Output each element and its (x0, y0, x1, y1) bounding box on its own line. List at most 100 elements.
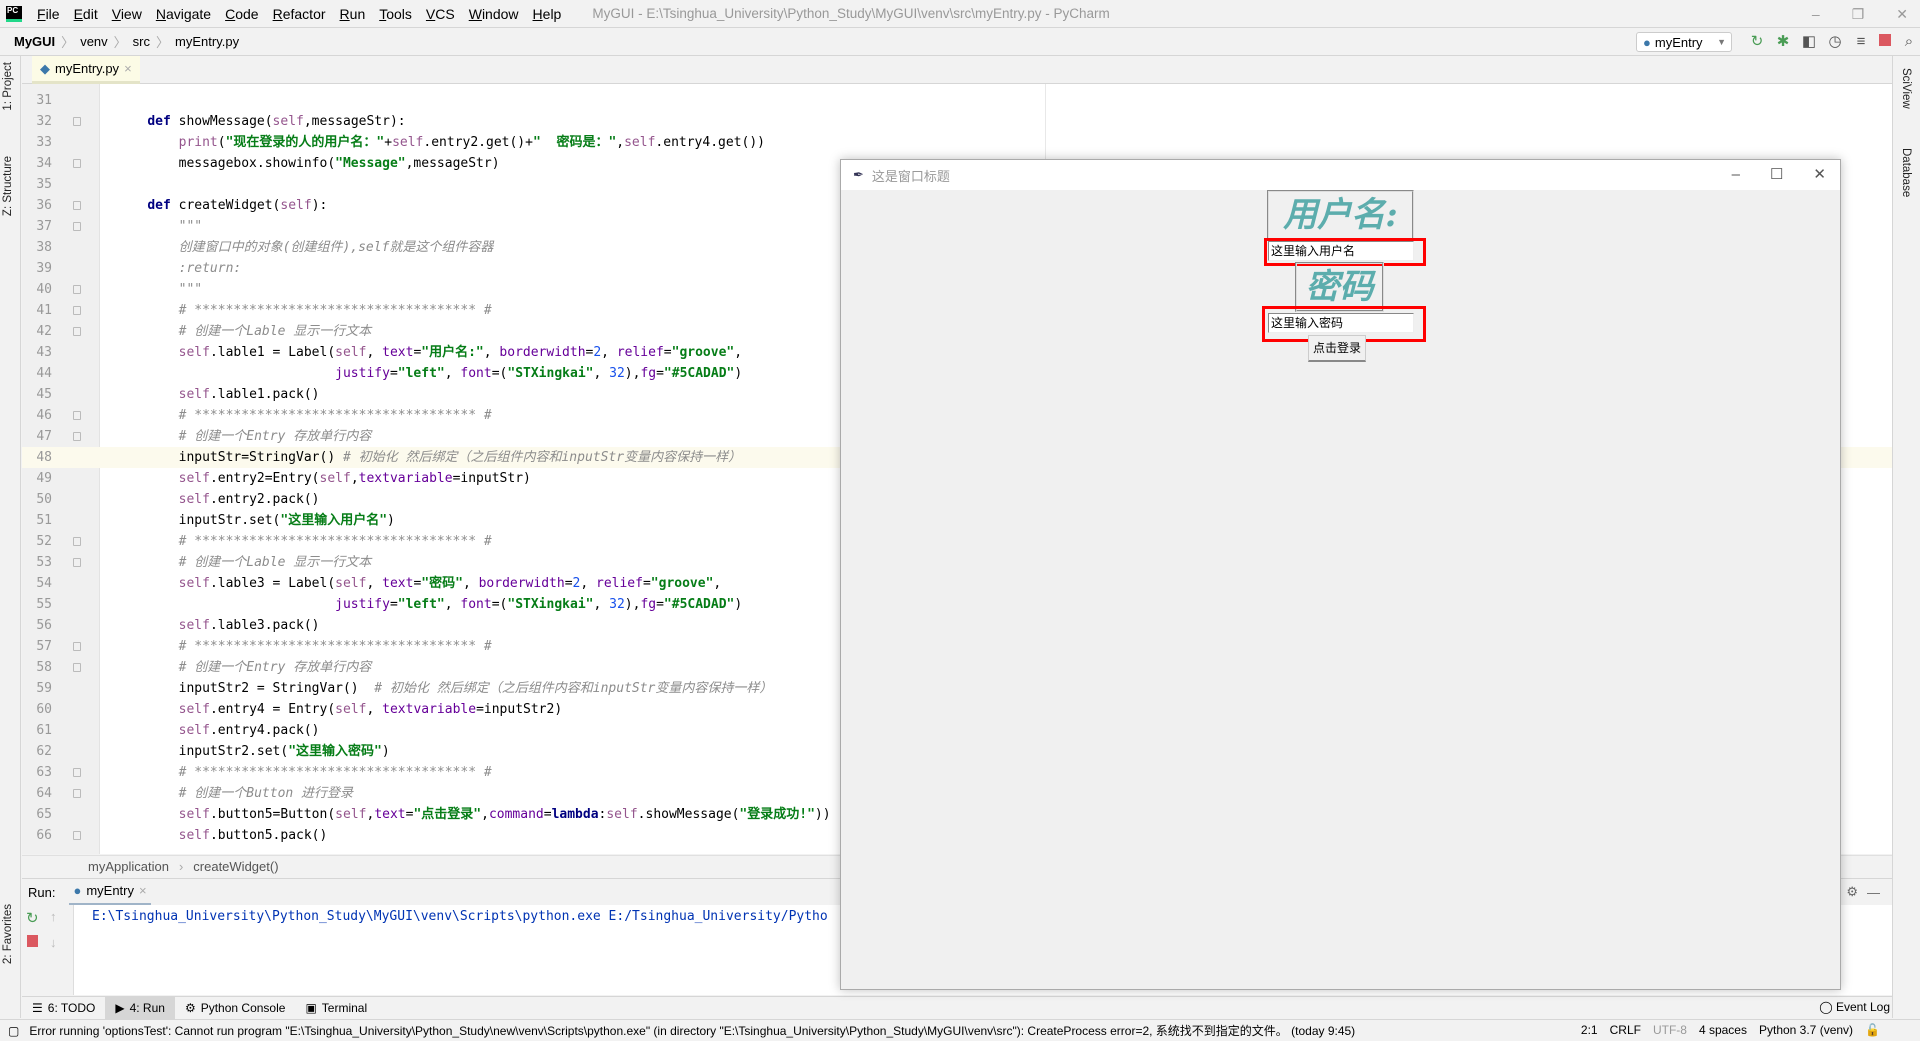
minimize-button[interactable]: – (1812, 0, 1820, 28)
menu-window[interactable]: Window (462, 6, 526, 22)
lock-icon[interactable]: 🔓 (1865, 1023, 1880, 1037)
fold-marker-icon[interactable] (73, 642, 81, 651)
fold-marker-icon[interactable] (73, 789, 81, 798)
status-message[interactable]: Error running 'optionsTest': Cannot run … (29, 1022, 1355, 1039)
tool-window-python-console[interactable]: ⚙ Python Console (175, 997, 296, 1019)
line-number: 46 (36, 408, 52, 423)
fold-marker-icon[interactable] (73, 663, 81, 672)
fold-marker-icon[interactable] (73, 537, 81, 546)
run-config-dropdown[interactable]: ● myEntry ▼ (1636, 32, 1732, 52)
code-text: # 创建一个Entry 存放单行内容 (116, 657, 372, 678)
tool-window-label: 4: Run (129, 1000, 165, 1015)
debug-icon[interactable]: ✱ (1774, 33, 1792, 51)
line-separator[interactable]: CRLF (1610, 1023, 1641, 1037)
status-toggle-icon[interactable]: ▢ (8, 1024, 19, 1038)
interpreter[interactable]: Python 3.7 (venv) (1759, 1023, 1853, 1037)
up-arrow-icon[interactable]: ↑ (50, 909, 57, 924)
breadcrumb-venv[interactable]: venv (76, 34, 111, 49)
code-token: "left" (397, 366, 445, 381)
menu-code[interactable]: Code (218, 6, 265, 22)
fold-marker-icon[interactable] (73, 411, 81, 420)
rerun-icon[interactable]: ↻ (1748, 33, 1766, 51)
fold-marker-icon[interactable] (73, 432, 81, 441)
tool-window-icon: ▶ (115, 1000, 125, 1015)
menu-file[interactable]: File (30, 6, 67, 22)
fold-marker-icon[interactable] (73, 159, 81, 168)
code-text: inputStr2.set("这里输入密码") (116, 741, 390, 762)
coverage-icon[interactable]: ◧ (1800, 33, 1818, 51)
fold-marker-icon[interactable] (73, 306, 81, 315)
caret-position[interactable]: 2:1 (1581, 1023, 1598, 1037)
code-line[interactable]: 31 (22, 90, 1892, 111)
search-icon[interactable]: ⌕ (1900, 33, 1918, 51)
python-icon: ● (1643, 34, 1651, 50)
editor-tab-myentry[interactable]: ◆ myEntry.py × (32, 56, 140, 84)
menu-edit[interactable]: Edit (67, 6, 105, 22)
code-token: = (642, 576, 651, 591)
console-output[interactable]: E:\Tsinghua_University\Python_Study\MyGU… (92, 909, 828, 924)
file-encoding[interactable]: UTF-8 (1653, 1023, 1687, 1037)
username-label: 用户名: (1267, 190, 1414, 240)
run-tab-myentry[interactable]: ● myEntry × (69, 879, 151, 906)
indent-setting[interactable]: 4 spaces (1699, 1023, 1747, 1037)
project-tool-tab[interactable]: 1: Project (2, 62, 14, 111)
profile-icon[interactable]: ◷ (1826, 33, 1844, 51)
menu-help[interactable]: Help (526, 6, 569, 22)
stop-icon[interactable] (1876, 33, 1894, 51)
code-line[interactable]: 32 def showMessage(self,messageStr): (22, 111, 1892, 132)
stop-icon[interactable] (27, 935, 38, 947)
code-line[interactable]: 33 print("现在登录的人的用户名："+self.entry2.get()… (22, 132, 1892, 153)
concurrency-icon[interactable]: ≡ (1852, 33, 1870, 51)
menu-navigate[interactable]: Navigate (149, 6, 218, 22)
menu-tools[interactable]: Tools (372, 6, 419, 22)
menu-vcs[interactable]: VCS (419, 6, 462, 22)
tool-window-6-todo[interactable]: ☰ 6: TODO (22, 997, 105, 1019)
fold-marker-icon[interactable] (73, 201, 81, 210)
database-tool-tab[interactable]: Database (1900, 148, 1912, 197)
menu-run[interactable]: Run (333, 6, 373, 22)
fold-marker-icon[interactable] (73, 117, 81, 126)
close-button[interactable]: ✕ (1896, 0, 1908, 28)
favorites-tool-tab[interactable]: 2: Favorites (2, 904, 14, 964)
breadcrumb-method[interactable]: createWidget() (193, 859, 278, 874)
code-token: font (460, 366, 492, 381)
fold-marker-icon[interactable] (73, 558, 81, 567)
settings-gear-icon[interactable]: ⚙ (1846, 884, 1858, 900)
close-tab-icon[interactable]: × (139, 883, 147, 898)
fold-marker-icon[interactable] (73, 831, 81, 840)
code-token: # ************************************ # (116, 303, 492, 318)
event-log-button[interactable]: ◯ Event Log (1819, 1000, 1890, 1014)
tool-window-terminal[interactable]: ▣ Terminal (295, 997, 377, 1019)
code-token: self (606, 807, 638, 822)
menu-view[interactable]: View (105, 6, 149, 22)
hide-panel-icon[interactable]: — (1867, 885, 1880, 900)
breadcrumb-file[interactable]: myEntry.py (171, 34, 243, 49)
tool-window-icon: ▣ (305, 1000, 317, 1015)
maximize-button[interactable]: ❐ (1852, 0, 1865, 28)
code-token: font (460, 597, 492, 612)
line-number: 49 (36, 471, 52, 486)
breadcrumb-class[interactable]: myApplication (88, 859, 169, 874)
run-label: Run: (28, 884, 56, 900)
tk-maximize-button[interactable]: ☐ (1770, 160, 1783, 190)
close-tab-icon[interactable]: × (124, 61, 132, 76)
tk-minimize-button[interactable]: – (1732, 160, 1740, 190)
tool-window-4-run[interactable]: ▶ 4: Run (105, 996, 175, 1019)
code-text: messagebox.showinfo("Message",messageStr… (116, 153, 500, 174)
breadcrumb-project[interactable]: MyGUI (10, 34, 59, 49)
sciview-tool-tab[interactable]: SciView (1900, 68, 1912, 109)
down-arrow-icon[interactable]: ↓ (50, 935, 57, 950)
fold-marker-icon[interactable] (73, 285, 81, 294)
line-number: 56 (36, 618, 52, 633)
tk-close-button[interactable]: ✕ (1813, 160, 1826, 190)
fold-marker-icon[interactable] (73, 222, 81, 231)
code-token: "STXingkai" (507, 366, 594, 381)
login-button[interactable]: 点击登录 (1308, 335, 1366, 362)
menu-refactor[interactable]: Refactor (266, 6, 333, 22)
fold-marker-icon[interactable] (73, 768, 81, 777)
breadcrumb-src[interactable]: src (129, 34, 154, 49)
structure-tool-tab[interactable]: Z: Structure (2, 156, 14, 216)
fold-marker-icon[interactable] (73, 327, 81, 336)
tool-window-label: 6: TODO (47, 1000, 96, 1015)
rerun-icon[interactable]: ↻ (26, 909, 39, 927)
